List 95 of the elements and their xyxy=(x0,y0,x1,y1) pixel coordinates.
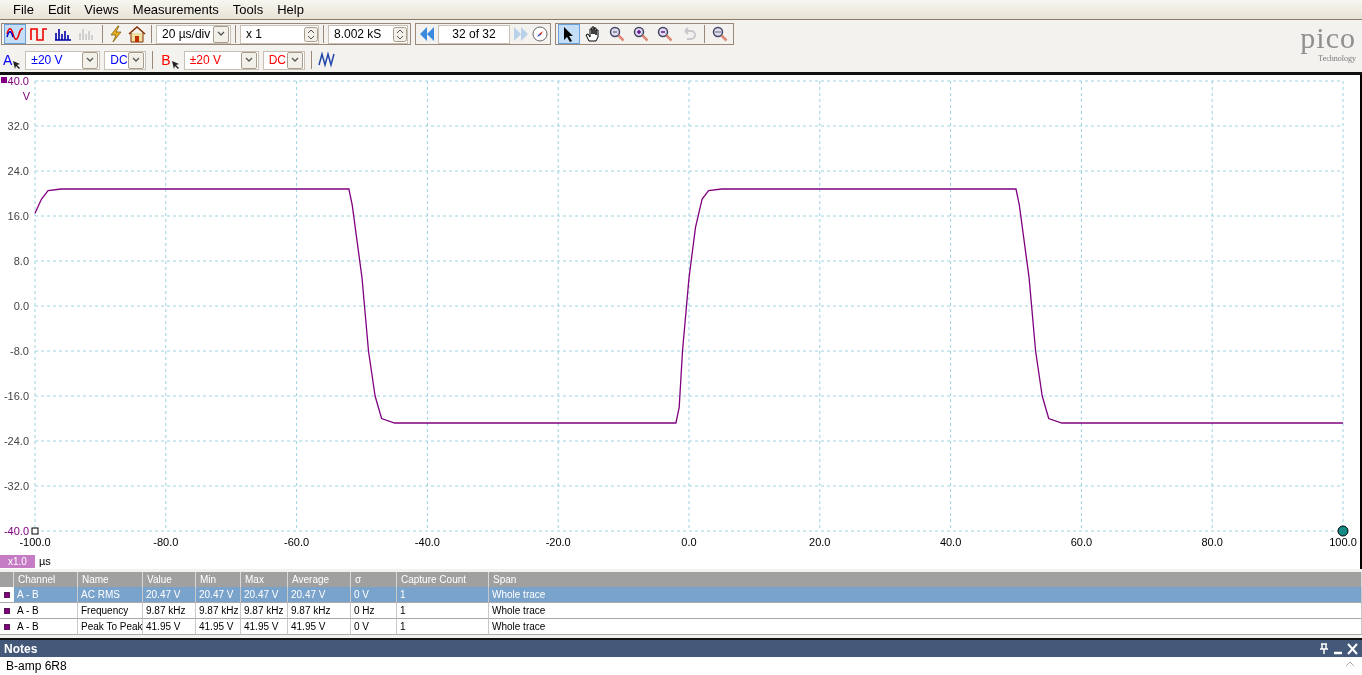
x-unit: µs xyxy=(38,555,51,568)
menu-item[interactable]: File xyxy=(6,2,41,18)
samples-spinbox[interactable]: 8.002 kS xyxy=(328,24,408,44)
table-cell: 1 xyxy=(397,619,489,636)
y-axis-label: -16.0 xyxy=(3,390,29,403)
table-cell: 1 xyxy=(397,587,489,604)
notes-text[interactable]: B-amp 6R8 xyxy=(6,659,67,673)
y-axis-label: 40.0 xyxy=(7,75,29,88)
table-cell: Whole trace xyxy=(489,603,1362,620)
spinner-icon[interactable] xyxy=(304,26,318,42)
y-axis-label: 24.0 xyxy=(7,165,29,178)
pointer-icon[interactable] xyxy=(170,60,180,70)
coupling-select[interactable]: DC xyxy=(104,50,147,70)
table-cell: 41.95 V xyxy=(143,619,196,636)
table-cell: 20.47 V xyxy=(143,587,196,604)
table-cell: 1 xyxy=(397,603,489,620)
x-axis-label: -60.0 xyxy=(284,536,310,549)
logo-tagline: Technology xyxy=(1318,54,1356,64)
coupling-select[interactable]: DC xyxy=(262,50,305,70)
table-cell: Whole trace xyxy=(489,619,1362,636)
x-axis-label: 100.0 xyxy=(1329,536,1357,549)
y-axis-label: 0.0 xyxy=(13,300,29,313)
chevron-down-icon[interactable] xyxy=(86,57,95,64)
x-axis-label: 20.0 xyxy=(809,536,831,549)
y-axis-label: 16.0 xyxy=(7,210,29,223)
table-cell: 9.87 kHz xyxy=(196,603,241,620)
pin-icon[interactable] xyxy=(1319,642,1329,655)
range-select[interactable]: ±20 V xyxy=(25,50,101,70)
table-cell: A - B xyxy=(14,587,78,604)
channel-marker-icon xyxy=(4,607,10,614)
timebase-select[interactable]: 20 µs/div xyxy=(156,24,231,44)
chevron-down-icon[interactable] xyxy=(132,57,141,64)
table-cell: A - B xyxy=(14,619,78,636)
y-axis-label: -24.0 xyxy=(3,435,29,448)
menu-item[interactable]: Views xyxy=(77,2,126,18)
table-cell: 20.47 V xyxy=(241,587,288,604)
x-axis-label: 0.0 xyxy=(681,536,697,549)
table-cell: 9.87 kHz xyxy=(288,603,351,620)
previous-buffer-icon[interactable] xyxy=(418,26,436,43)
chevron-down-icon[interactable] xyxy=(217,31,225,38)
y-axis-label: 32.0 xyxy=(7,120,29,133)
table-cell: 0 V xyxy=(351,587,397,604)
table-cell: 41.95 V xyxy=(241,619,288,636)
compass-icon[interactable] xyxy=(532,26,548,43)
spinner-icon[interactable] xyxy=(393,26,407,42)
x-axis-label: -20.0 xyxy=(545,536,571,549)
table-cell: 41.95 V xyxy=(288,619,351,636)
table-cell: AC RMS xyxy=(78,587,143,604)
table-cell: 0 Hz xyxy=(351,603,397,620)
lightning-icon[interactable] xyxy=(107,25,125,44)
menu-item[interactable]: Help xyxy=(270,2,311,18)
x-axis-label: -80.0 xyxy=(153,536,179,549)
scope-view-icon[interactable] xyxy=(4,24,26,45)
scale-badge: x1.0 xyxy=(0,554,35,568)
notes-title: Notes xyxy=(4,641,38,656)
x-axis-label: 80.0 xyxy=(1201,536,1223,549)
table-cell: A - B xyxy=(14,603,78,620)
menu-item[interactable]: Measurements xyxy=(125,2,226,18)
close-icon[interactable] xyxy=(1347,642,1358,655)
zoom-spinbox[interactable]: x 1 xyxy=(240,24,319,44)
table-cell: 20.47 V xyxy=(196,587,241,604)
home-icon[interactable] xyxy=(127,25,147,44)
y-unit: V xyxy=(22,90,30,103)
logo-wordmark: pico xyxy=(1300,24,1356,53)
x-axis-label: 60.0 xyxy=(1070,536,1093,549)
pointer-icon[interactable] xyxy=(558,24,580,45)
table-cell: Whole trace xyxy=(489,587,1362,604)
y-axis-label: -40.0 xyxy=(3,525,29,538)
y-axis-label: -8.0 xyxy=(10,345,29,358)
axis-marker-icon[interactable] xyxy=(1,77,7,84)
table-cell: 41.95 V xyxy=(196,619,241,636)
x-axis-label: -40.0 xyxy=(414,536,440,549)
channel-marker-icon xyxy=(4,591,10,598)
channel-label[interactable]: A xyxy=(1,52,15,69)
range-select[interactable]: ±20 V xyxy=(183,50,259,70)
trigger-marker-icon[interactable] xyxy=(1337,525,1349,537)
chevron-down-icon[interactable] xyxy=(290,57,299,64)
chevron-down-icon[interactable] xyxy=(244,57,253,64)
channel-marker-icon xyxy=(4,623,10,630)
table-cell: Peak To Peak xyxy=(78,619,143,636)
table-cell: 20.47 V xyxy=(288,587,351,604)
table-cell: 9.87 kHz xyxy=(241,603,288,620)
y-axis-label: -32.0 xyxy=(3,480,29,493)
buffer-field[interactable]: 32 of 32 xyxy=(438,24,510,44)
table-cell: 0 V xyxy=(351,619,397,636)
table-cell: Frequency xyxy=(78,603,143,620)
menu-item[interactable]: Tools xyxy=(225,2,271,18)
pointer-icon[interactable] xyxy=(12,60,22,70)
menu-item[interactable]: Edit xyxy=(40,2,78,18)
channel-label[interactable]: B xyxy=(159,52,173,69)
y-axis-label: 8.0 xyxy=(13,255,29,268)
x-axis-label: -100.0 xyxy=(19,536,51,549)
ruler-handle-icon[interactable] xyxy=(31,527,39,535)
table-cell: 9.87 kHz xyxy=(143,603,196,620)
x-axis-label: 40.0 xyxy=(939,536,962,549)
